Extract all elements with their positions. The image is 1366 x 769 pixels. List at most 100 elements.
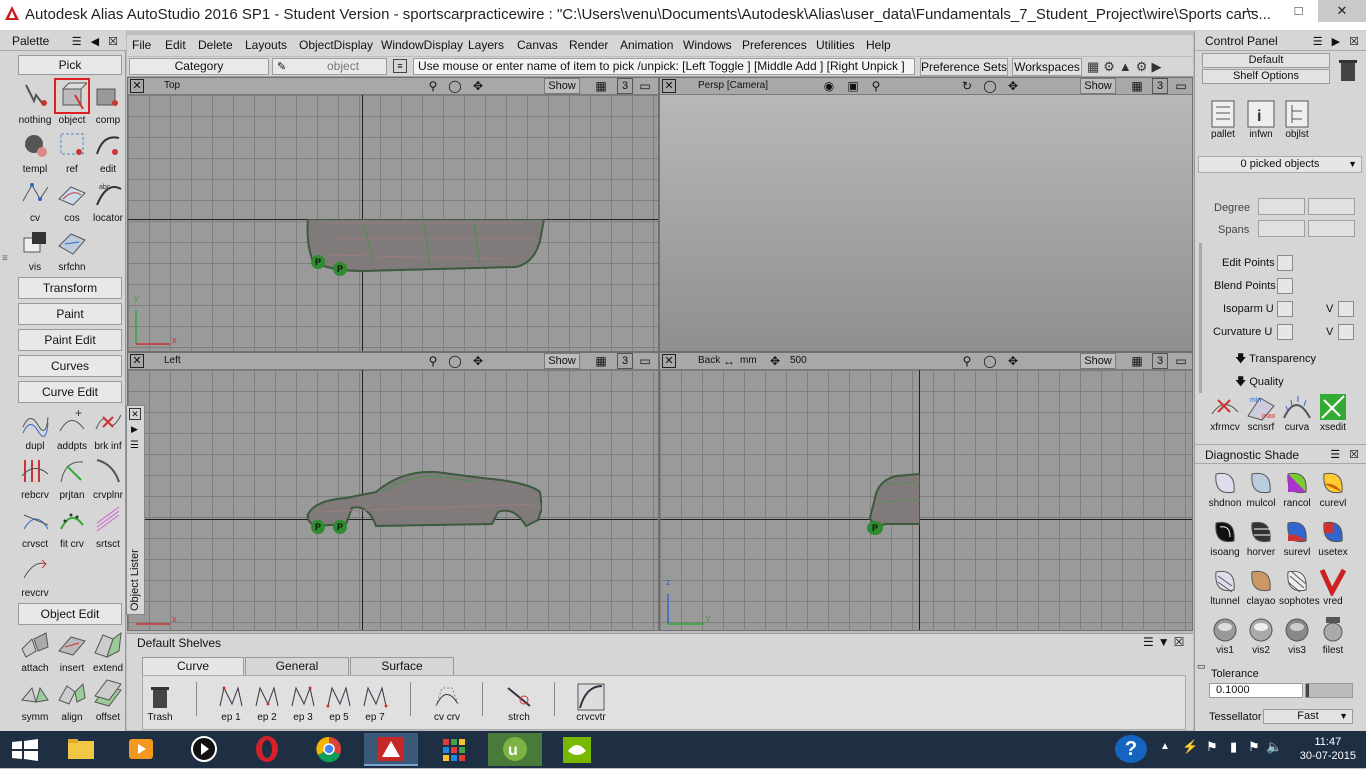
tool-prjtan[interactable]: prjtan: [54, 454, 90, 502]
tray-volume-icon[interactable]: 🔈: [1266, 739, 1282, 755]
trash-icon[interactable]: [1337, 57, 1359, 83]
toolbar-icons[interactable]: ▦⚙▲⚙▶: [1087, 59, 1187, 75]
diag-ltunnel[interactable]: ltunnel: [1207, 566, 1243, 607]
viewport-left-max-icon[interactable]: ▭: [638, 354, 652, 368]
menu-edit[interactable]: Edit: [165, 38, 186, 52]
tool-attach[interactable]: attach: [17, 627, 53, 675]
viewport-top-canvas[interactable]: P P y x: [128, 95, 658, 351]
menu-delete[interactable]: Delete: [198, 38, 233, 52]
camera-icon[interactable]: ◉: [822, 79, 836, 93]
viewport-persp[interactable]: ✕ Persp [Camera] ◉ ▣ ⚲ ↻ ◯ ✥ Show ▦ 3 ▭: [659, 77, 1193, 352]
object-lister-tab[interactable]: ✕ ▶ ☰ Object Lister: [126, 405, 145, 615]
shelf-trash[interactable]: Trash: [142, 682, 178, 723]
tool-pick-srfchn[interactable]: srfchn: [54, 226, 90, 274]
tolerance-slider[interactable]: [1305, 683, 1353, 698]
windows-start-icon[interactable]: [12, 739, 38, 761]
zoom-icon[interactable]: ⚲: [426, 79, 440, 93]
diag-isoang[interactable]: isoang: [1207, 517, 1243, 558]
tool-insert[interactable]: insert: [54, 627, 90, 675]
dolly-icon[interactable]: ◯: [983, 354, 997, 368]
track-icon[interactable]: ✥: [1006, 79, 1020, 93]
tool-pick-locator[interactable]: abc locator: [90, 177, 126, 225]
tray-network-warning-icon[interactable]: ⚡: [1182, 739, 1198, 755]
pivot-marker[interactable]: P: [311, 255, 325, 269]
viewport-back-canvas[interactable]: P z y: [660, 370, 1192, 630]
menu-objectdisplay[interactable]: ObjectDisplay: [299, 38, 373, 52]
tool-pick-nothing[interactable]: nothing: [17, 79, 53, 127]
diagnostic-shade-header-icons[interactable]: ☰ ☒: [1330, 448, 1362, 461]
tool-brk-inf[interactable]: brk inf: [90, 405, 126, 453]
viewport-left-show-button[interactable]: Show: [544, 353, 580, 369]
menu-preferences[interactable]: Preferences: [742, 38, 807, 52]
palette-header-icons[interactable]: ☰ ◀ ☒: [72, 35, 121, 48]
pivot-marker[interactable]: P: [867, 521, 883, 535]
tool-addpts[interactable]: + addpts: [54, 405, 90, 453]
cp-tool-objlst[interactable]: objlst: [1279, 99, 1315, 140]
tool-dupl[interactable]: dupl: [17, 405, 53, 453]
tool-pick-object[interactable]: object: [54, 78, 90, 127]
viewport-back-num[interactable]: 3: [1152, 353, 1168, 369]
taskbar-apps-grid[interactable]: [426, 733, 480, 766]
menu-help[interactable]: Help: [866, 38, 891, 52]
tool-crvsct[interactable]: crvsct: [17, 503, 53, 551]
help-question-icon[interactable]: ?: [1115, 735, 1147, 763]
tolerance-slider-handle[interactable]: [1306, 684, 1309, 697]
dolly-icon[interactable]: ◯: [448, 79, 462, 93]
cp-tool-xsedit[interactable]: xsedit: [1315, 392, 1351, 433]
diag-vis3[interactable]: vis3: [1279, 615, 1315, 656]
viewport-top-show-button[interactable]: Show: [544, 78, 580, 94]
transform-section-button[interactable]: Transform: [18, 277, 122, 299]
tool-offset[interactable]: offset: [90, 676, 126, 724]
viewport-back-show-button[interactable]: Show: [1080, 353, 1116, 369]
taskbar-opera[interactable]: [240, 733, 294, 766]
zoom-icon[interactable]: ⚲: [960, 354, 974, 368]
menu-render[interactable]: Render: [569, 38, 608, 52]
tool-pick-ref[interactable]: ref: [54, 128, 90, 176]
dolly-icon[interactable]: ◯: [983, 79, 997, 93]
object-lister-arrow-icon[interactable]: ▶: [131, 424, 138, 435]
viewport-back[interactable]: ✕ Back ↔ mm ✥ 500 ⚲ ◯ ✥ Show ▦ 3 ▭ P z y: [659, 352, 1193, 631]
viewport-left-num[interactable]: 3: [617, 353, 633, 369]
control-panel-scrollbar[interactable]: [1199, 243, 1202, 393]
tool-pick-edit[interactable]: edit: [90, 128, 126, 176]
category-field[interactable]: Category: [129, 58, 269, 75]
diag-curevl[interactable]: curevl: [1315, 468, 1351, 509]
object-edit-section-button[interactable]: Object Edit: [18, 603, 122, 625]
viewport-persp-layout-icon[interactable]: ▦: [1130, 79, 1144, 93]
pivot-marker[interactable]: P: [333, 520, 347, 534]
zoom-icon[interactable]: ⚲: [869, 79, 883, 93]
menu-layouts[interactable]: Layouts: [245, 38, 287, 52]
shelf-ep2[interactable]: ep 2: [249, 682, 285, 723]
shelf-strch[interactable]: strch: [501, 682, 537, 723]
diag-rancol[interactable]: rancol: [1279, 468, 1315, 509]
menu-canvas[interactable]: Canvas: [517, 38, 558, 52]
tool-align[interactable]: align: [54, 676, 90, 724]
paint-edit-section-button[interactable]: Paint Edit: [18, 329, 122, 351]
curvature-u-checkbox[interactable]: [1277, 324, 1293, 340]
tool-pick-vis[interactable]: vis: [17, 226, 53, 274]
cp-tool-pallet[interactable]: pallet: [1205, 99, 1241, 140]
diag-vis2[interactable]: vis2: [1243, 615, 1279, 656]
taskbar-file-explorer[interactable]: [54, 733, 108, 766]
taskbar-video-app[interactable]: [177, 733, 231, 766]
object-lister-menu-icon[interactable]: ☰: [130, 440, 139, 451]
taskbar-nvidia[interactable]: [550, 733, 604, 766]
taskbar-chrome[interactable]: [302, 733, 356, 766]
quality-toggle[interactable]: 🡇 Quality: [1235, 373, 1284, 392]
cp-tool-scnsrf[interactable]: min max scnsrf: [1243, 392, 1279, 433]
curvature-v-checkbox[interactable]: [1338, 324, 1354, 340]
maximize-button[interactable]: □: [1276, 0, 1321, 22]
curves-section-button[interactable]: Curves: [18, 355, 122, 377]
spans-field-2[interactable]: [1308, 220, 1355, 237]
viewport-left-close-icon[interactable]: ✕: [130, 354, 144, 368]
menu-utilities[interactable]: Utilities: [816, 38, 855, 52]
isoparm-u-checkbox[interactable]: [1277, 301, 1293, 317]
track-icon[interactable]: ✥: [1006, 354, 1020, 368]
spans-field[interactable]: [1258, 220, 1305, 237]
tool-pick-cos[interactable]: cos: [54, 177, 90, 225]
diag-vis1[interactable]: vis1: [1207, 615, 1243, 656]
tool-fit-crv[interactable]: fit crv: [54, 503, 90, 551]
tessellator-dropdown[interactable]: Fast ▼: [1263, 709, 1353, 724]
viewport-top-max-icon[interactable]: ▭: [638, 79, 652, 93]
tumble-icon[interactable]: ↻: [960, 79, 974, 93]
